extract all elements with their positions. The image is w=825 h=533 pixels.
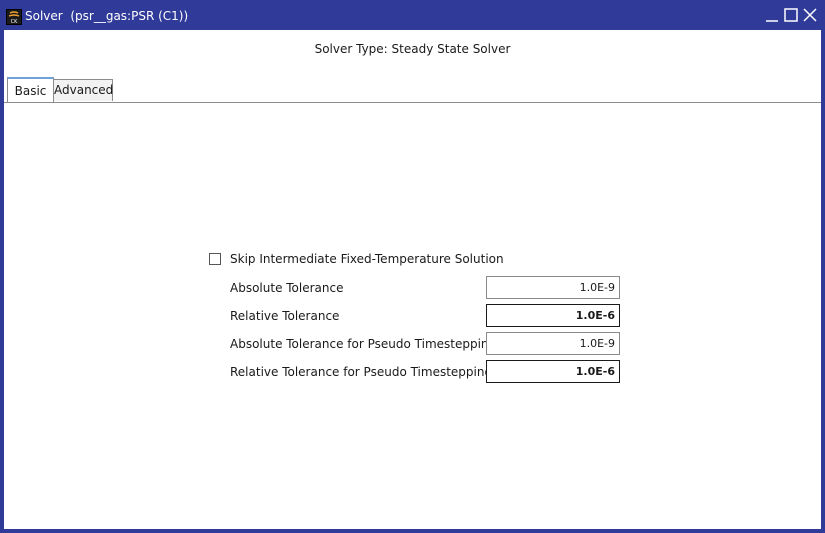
title-bar[interactable]: CK Solver (psr__gas:PSR (C1)) [0,0,825,30]
ck-app-icon[interactable]: CK [6,9,22,25]
skip-fixed-temperature-checkbox[interactable] [209,253,221,265]
close-icon[interactable] [802,7,818,23]
relative-tolerance-label: Relative Tolerance [230,309,340,323]
maximize-icon[interactable] [783,7,799,23]
absolute-tolerance-pseudo-label: Absolute Tolerance for Pseudo Timesteppi… [230,337,497,351]
relative-tolerance-row: Relative Tolerance [206,304,626,328]
basic-tab-panel: Skip Intermediate Fixed-Temperature Solu… [4,102,821,529]
tab-advanced[interactable]: Advanced [53,79,113,101]
skip-fixed-temperature-label: Skip Intermediate Fixed-Temperature Solu… [230,252,504,266]
relative-tolerance-pseudo-label: Relative Tolerance for Pseudo Timesteppi… [230,365,493,379]
tolerance-form: Skip Intermediate Fixed-Temperature Solu… [206,249,626,389]
absolute-tolerance-label: Absolute Tolerance [230,281,344,295]
relative-tolerance-input[interactable] [486,304,620,327]
absolute-tolerance-pseudo-row: Absolute Tolerance for Pseudo Timesteppi… [206,332,626,356]
absolute-tolerance-input[interactable] [486,276,620,299]
absolute-tolerance-row: Absolute Tolerance [206,276,626,300]
window-title: Solver (psr__gas:PSR (C1)) [25,9,189,23]
minimize-icon[interactable] [764,7,780,23]
skip-fixed-temperature-row: Skip Intermediate Fixed-Temperature Solu… [206,249,626,269]
svg-text:CK: CK [11,19,18,24]
dialog-content: Solver Type: Steady State Solver Basic A… [4,30,821,529]
tab-bar: Basic Advanced [4,76,821,103]
absolute-tolerance-pseudo-input[interactable] [486,332,620,355]
relative-tolerance-pseudo-input[interactable] [486,360,620,383]
relative-tolerance-pseudo-row: Relative Tolerance for Pseudo Timesteppi… [206,360,626,384]
solver-window: CK Solver (psr__gas:PSR (C1)) Solver Typ… [0,0,825,533]
solver-type-label: Solver Type: Steady State Solver [314,42,511,56]
tab-basic[interactable]: Basic [7,77,54,103]
